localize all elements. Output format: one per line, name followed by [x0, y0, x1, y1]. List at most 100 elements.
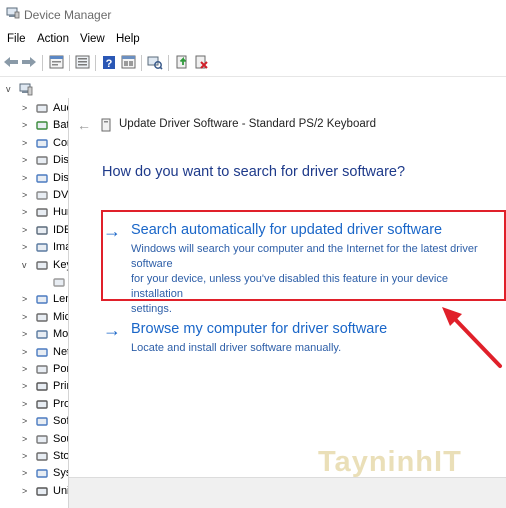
device-category-icon [36, 173, 48, 183]
tree-item[interactable]: > Pro [0, 396, 70, 414]
properties-icon[interactable] [48, 54, 64, 70]
uninstall-icon[interactable] [193, 54, 209, 70]
scan-hardware-icon[interactable] [147, 54, 163, 70]
device-category-icon [36, 400, 48, 409]
expand-chevron-icon[interactable]: > [22, 347, 27, 357]
expand-chevron-icon[interactable]: > [22, 138, 27, 148]
device-category-icon [36, 469, 48, 479]
tree-item[interactable]: > Len [0, 291, 70, 309]
toolbar-separator [168, 55, 169, 71]
tree-item[interactable]: > Prir [0, 378, 70, 396]
toolbar-separator [95, 55, 96, 71]
expand-chevron-icon[interactable]: > [22, 451, 27, 461]
device-manager-icon [6, 7, 20, 19]
title-bar: Device Manager [0, 0, 506, 30]
tree-root[interactable]: v [0, 81, 70, 99]
device-category-icon [36, 417, 48, 426]
device-tree: v >Aud>Bat>Cor>Disl>Disp>DVD>Hur>IDE>Ima… [0, 77, 70, 508]
device-category-icon [36, 104, 48, 113]
expand-chevron-icon[interactable]: > [22, 103, 27, 113]
menu-help[interactable]: Help [116, 33, 140, 45]
expand-chevron-icon[interactable]: > [22, 486, 27, 496]
right-arrow-icon: → [103, 320, 121, 340]
device-category-icon [53, 278, 65, 287]
tree-item[interactable]: > Bat [0, 117, 70, 135]
window-title: Device Manager [24, 8, 112, 22]
expand-chevron-icon[interactable]: > [22, 381, 27, 391]
device-category-icon [36, 434, 48, 444]
view-icon[interactable] [120, 54, 136, 70]
expand-chevron-icon[interactable]: > [22, 190, 27, 200]
expand-chevron-icon[interactable]: > [22, 242, 27, 252]
option-description-line: Locate and install driver software manua… [131, 342, 342, 354]
expand-chevron-icon[interactable]: > [22, 329, 27, 339]
device-category-icon [36, 139, 48, 148]
watermark: TayninhIT [318, 446, 462, 478]
device-category-icon [36, 191, 48, 200]
device-category-icon [36, 347, 48, 357]
highlight-box [101, 210, 506, 301]
device-category-icon [36, 156, 48, 165]
expand-chevron-icon[interactable]: > [22, 294, 27, 304]
back-icon[interactable] [3, 54, 19, 70]
dialog-footer [69, 477, 506, 508]
device-category-icon [36, 382, 48, 392]
tree-item[interactable]: >Aud [0, 100, 70, 118]
menu-bar: File Action View Help [0, 30, 506, 50]
tree-item[interactable]: > Uni [0, 483, 70, 501]
collapse-chevron-icon[interactable]: v [22, 260, 27, 270]
tree-item[interactable]: >Disp [0, 170, 70, 188]
device-category-icon [36, 226, 48, 235]
expand-chevron-icon[interactable]: > [22, 225, 27, 235]
expand-chevron-icon[interactable]: > [22, 364, 27, 374]
tree-item[interactable]: > Net [0, 344, 70, 362]
expand-chevron-icon[interactable]: > [22, 120, 27, 130]
forward-icon[interactable] [21, 54, 37, 70]
tree-item[interactable]: > Por [0, 361, 70, 379]
update-driver-icon[interactable] [174, 54, 190, 70]
expand-chevron-icon[interactable]: > [22, 312, 27, 322]
tree-item[interactable]: > IDE [0, 222, 70, 240]
tree-item-label: Mo [53, 328, 69, 341]
expand-chevron-icon[interactable]: > [22, 434, 27, 444]
toolbar-separator [69, 55, 70, 71]
tree-root-expander[interactable]: v [6, 84, 11, 94]
tree-item[interactable]: > Mo [0, 326, 70, 344]
help-icon[interactable]: ? [101, 54, 117, 70]
menu-action[interactable]: Action [37, 33, 69, 45]
menu-view[interactable]: View [80, 33, 105, 45]
option-title[interactable]: Browse my computer for driver software [131, 321, 387, 337]
computer-icon [19, 83, 33, 96]
device-category-icon [36, 295, 48, 305]
expand-chevron-icon[interactable]: > [22, 468, 27, 478]
show-hide-icon[interactable] [74, 54, 90, 70]
tree-item[interactable]: vKey [0, 257, 70, 275]
tree-item[interactable]: > Hur [0, 204, 70, 222]
tree-item[interactable]: >Sou [0, 431, 70, 449]
device-category-icon [36, 452, 48, 461]
device-category-icon [36, 365, 48, 374]
expand-chevron-icon[interactable]: > [22, 155, 27, 165]
tree-item[interactable]: > Sof [0, 413, 70, 431]
device-category-icon [36, 260, 48, 270]
back-arrow-button[interactable]: ← [77, 117, 91, 133]
expand-chevron-icon[interactable]: > [22, 399, 27, 409]
dialog-title: Update Driver Software - Standard PS/2 K… [119, 118, 376, 130]
tree-item[interactable]: > Mic [0, 309, 70, 327]
tree-item[interactable] [0, 274, 70, 292]
tree-item[interactable]: > Sto [0, 448, 70, 466]
expand-chevron-icon[interactable]: > [22, 173, 27, 183]
tree-item[interactable]: > Disl [0, 152, 70, 170]
tree-item[interactable]: > Sys [0, 465, 70, 483]
menu-file[interactable]: File [7, 33, 26, 45]
expand-chevron-icon[interactable]: > [22, 207, 27, 217]
device-category-icon [36, 208, 48, 218]
tree-item[interactable]: > Cor [0, 135, 70, 153]
search-question-heading: How do you want to search for driver sof… [102, 164, 406, 180]
expand-chevron-icon[interactable]: > [22, 416, 27, 426]
tree-item[interactable]: >DVD [0, 187, 70, 205]
toolbar-separator [141, 55, 142, 71]
toolbar-separator [42, 55, 43, 71]
tree-item[interactable]: > Ima [0, 239, 70, 257]
svg-text:?: ? [106, 58, 113, 70]
